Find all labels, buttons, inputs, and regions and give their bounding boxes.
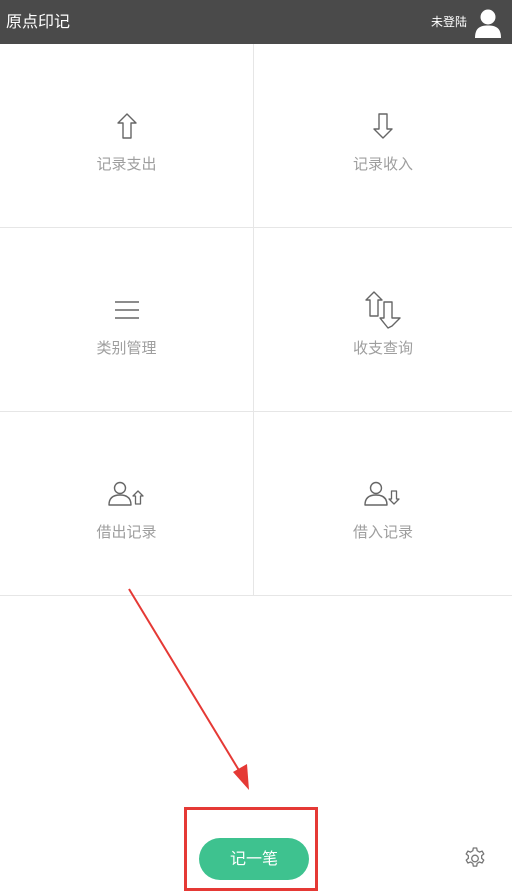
menu-item-income-expense-query[interactable]: 收支查询: [254, 228, 512, 412]
person-arrow-up-icon: [107, 474, 147, 514]
user-avatar-icon[interactable]: [474, 8, 502, 38]
up-down-arrows-icon: [363, 290, 403, 330]
app-screen: 原点印记 未登陆 记录支出 记录收入 类别管理 收支查询 借出记录 借入记录 记…: [0, 0, 512, 895]
record-entry-button[interactable]: 记一笔: [199, 838, 309, 880]
app-title: 原点印记: [6, 12, 71, 31]
menu-item-category-management[interactable]: 类别管理: [0, 228, 254, 412]
person-arrow-down-icon: [363, 474, 403, 514]
menu-item-lend-records[interactable]: 借出记录: [0, 412, 254, 596]
menu-item-record-income[interactable]: 记录收入: [254, 44, 512, 228]
menu-item-label: 借出记录: [96, 523, 157, 541]
menu-item-borrow-records[interactable]: 借入记录: [254, 412, 512, 596]
login-status[interactable]: 未登陆: [431, 14, 467, 30]
arrow-down-outline-icon: [363, 106, 403, 146]
list-lines-icon: [107, 290, 147, 330]
menu-grid: 记录支出 记录收入 类别管理 收支查询 借出记录 借入记录: [0, 44, 512, 596]
menu-item-label: 借入记录: [352, 523, 413, 541]
menu-item-label: 收支查询: [352, 339, 413, 357]
top-bar: 原点印记 未登陆: [0, 0, 512, 44]
menu-item-label: 类别管理: [96, 339, 157, 357]
arrow-up-outline-icon: [107, 106, 147, 146]
menu-item-label: 记录支出: [96, 155, 157, 173]
menu-item-record-expense[interactable]: 记录支出: [0, 44, 254, 228]
menu-item-label: 记录收入: [352, 155, 413, 173]
gear-icon[interactable]: [463, 846, 487, 870]
